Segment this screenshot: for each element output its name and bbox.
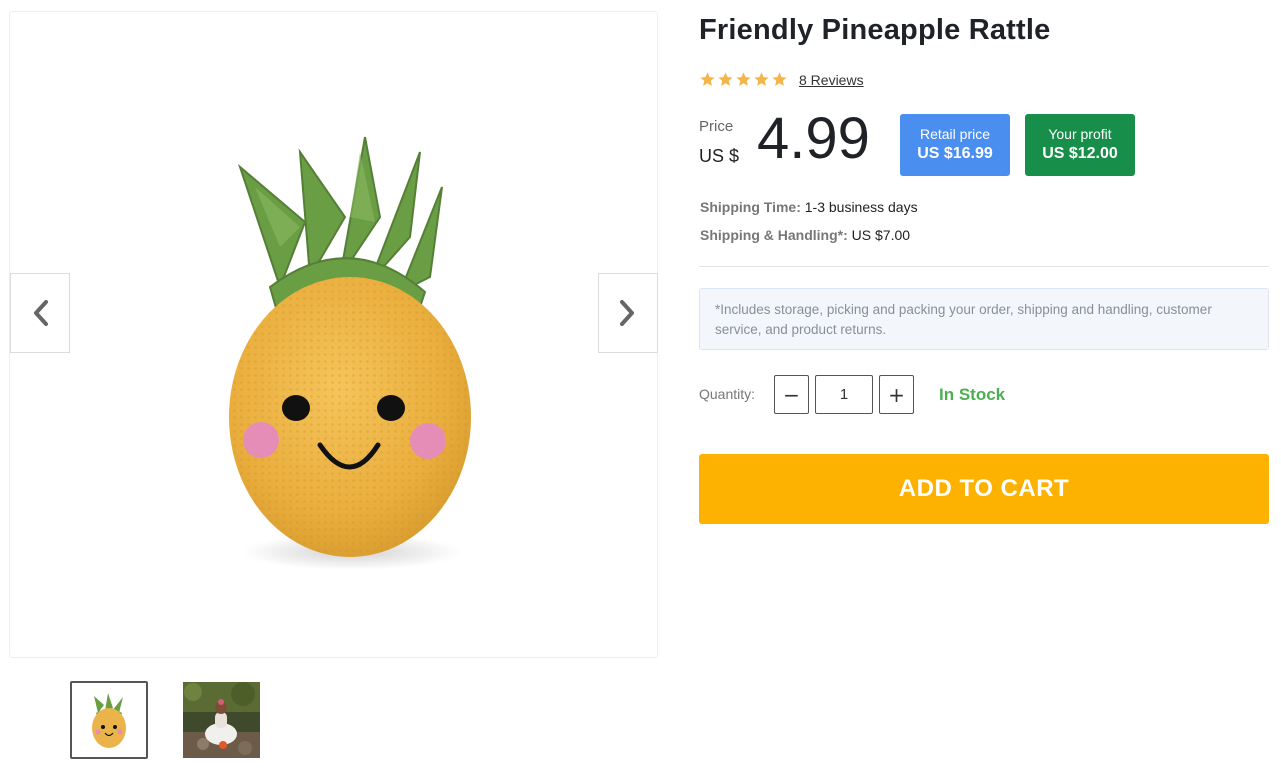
- pineapple-thumbnail-image: [72, 683, 146, 757]
- next-image-button[interactable]: [598, 273, 658, 353]
- star-icon: [718, 72, 733, 86]
- shipping-handling-value: US $7.00: [851, 227, 911, 243]
- profit-label: Your profit: [1048, 126, 1112, 142]
- star-icon: [736, 72, 751, 86]
- add-to-cart-button[interactable]: ADD TO CART: [699, 454, 1269, 524]
- star-icon: [700, 72, 715, 86]
- shipping-handling-row: Shipping & Handling*: US $7.00: [700, 227, 910, 243]
- chevron-left-icon: [34, 300, 48, 326]
- price-label: Price: [699, 118, 734, 135]
- retail-price-badge: Retail price US $16.99: [900, 114, 1010, 176]
- prev-image-button[interactable]: [10, 273, 70, 353]
- retail-price-label: Retail price: [919, 126, 991, 142]
- thumbnail-1[interactable]: [70, 681, 148, 759]
- price-currency: US $: [699, 146, 740, 166]
- shipping-note: *Includes storage, picking and packing y…: [699, 288, 1269, 350]
- quantity-input[interactable]: [815, 375, 873, 414]
- stock-status: In Stock: [939, 385, 1006, 404]
- divider: [699, 266, 1269, 267]
- quantity-decrease-button[interactable]: −: [774, 375, 809, 414]
- profit-value: US $12.00: [1042, 145, 1118, 162]
- lifestyle-photo-thumbnail: [183, 682, 260, 758]
- star-icon: [754, 72, 769, 86]
- quantity-increase-button[interactable]: +: [879, 375, 914, 414]
- product-title: Friendly Pineapple Rattle: [699, 14, 1051, 46]
- thumbnail-2[interactable]: [183, 682, 260, 758]
- main-product-image: [9, 11, 658, 658]
- shipping-time-label: Shipping Time:: [700, 199, 801, 215]
- reviews-link[interactable]: 8 Reviews: [799, 72, 864, 88]
- pineapple-rattle-image: [229, 136, 471, 570]
- shipping-handling-label: Shipping & Handling*:: [700, 227, 848, 243]
- retail-price-value: US $16.99: [917, 145, 993, 162]
- shipping-time-value: 1-3 business days: [804, 199, 918, 215]
- shipping-time-row: Shipping Time: 1-3 business days: [700, 199, 918, 215]
- quantity-label: Quantity:: [699, 386, 756, 402]
- star-rating: [699, 71, 788, 88]
- profit-badge: Your profit US $12.00: [1025, 114, 1135, 176]
- rating-row: 8 Reviews: [699, 71, 864, 88]
- price-value: 4.99: [757, 106, 870, 171]
- star-icon: [772, 72, 787, 86]
- chevron-right-icon: [620, 300, 634, 326]
